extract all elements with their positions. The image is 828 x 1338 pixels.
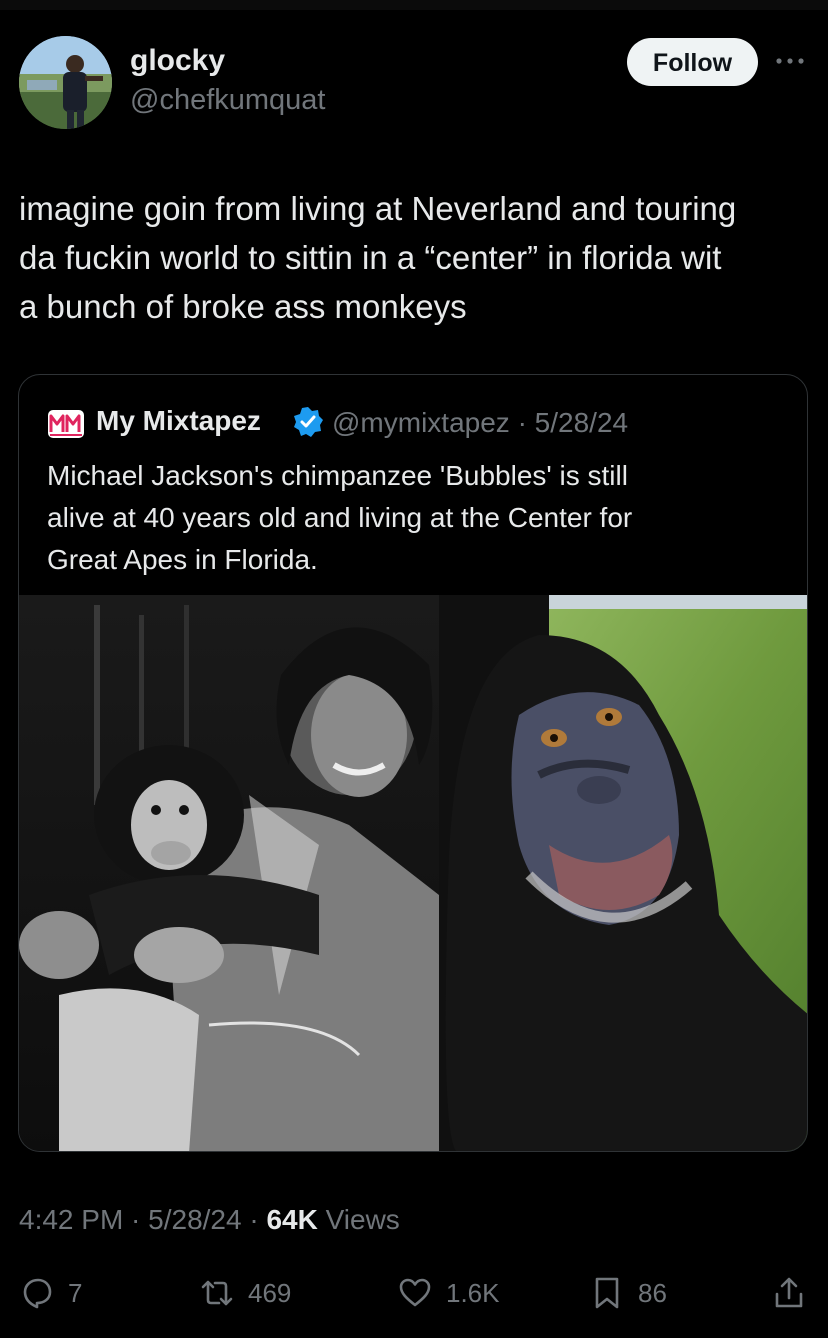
photo-right-color — [439, 595, 807, 1151]
avatar-photo — [19, 36, 112, 129]
repost-count: 469 — [248, 1277, 292, 1308]
bookmark-button[interactable]: 86 — [590, 1275, 667, 1311]
follow-button[interactable]: Follow — [627, 38, 758, 86]
mymixtapez-logo-icon — [48, 410, 84, 438]
author-display-name[interactable]: glocky — [130, 44, 225, 78]
author-handle[interactable]: @chefkumquat — [130, 84, 325, 117]
reply-button[interactable]: 7 — [20, 1275, 82, 1311]
views-count: 64K — [266, 1204, 318, 1235]
bookmark-icon — [595, 1277, 619, 1309]
author-avatar[interactable] — [19, 36, 112, 129]
photo-left-bw — [19, 595, 439, 1151]
timestamp[interactable]: 4:42 PM · 5/28/24 · — [19, 1204, 266, 1235]
repost-icon — [201, 1280, 233, 1306]
reply-icon — [23, 1278, 52, 1309]
quoted-tweet-card[interactable]: My Mixtapez @mymixtapez · 5/28/24 Michae… — [18, 374, 808, 1152]
more-options-icon[interactable] — [775, 53, 805, 69]
tweet-text: imagine goin from living at Neverland an… — [19, 190, 737, 325]
tweet-meta: 4:42 PM · 5/28/24 · 64K Views — [19, 1204, 400, 1236]
like-button[interactable]: 1.6K — [398, 1275, 500, 1311]
heart-icon — [399, 1278, 431, 1307]
bookmark-count: 86 — [638, 1277, 667, 1308]
media-photos — [19, 595, 807, 1151]
quoted-author-name: My Mixtapez — [96, 405, 261, 436]
verified-badge-icon — [294, 407, 323, 437]
quoted-tweet-text: Michael Jackson's chimpanzee 'Bubbles' i… — [47, 460, 633, 575]
quoted-media[interactable] — [19, 595, 807, 1151]
like-count: 1.6K — [446, 1277, 500, 1308]
views-label: Views — [317, 1204, 400, 1235]
share-icon — [775, 1277, 803, 1308]
repost-button[interactable]: 469 — [200, 1275, 291, 1311]
top-edge — [0, 0, 828, 10]
share-button[interactable] — [772, 1275, 806, 1311]
reply-count: 7 — [68, 1277, 83, 1308]
quoted-handle-date: @mymixtapez · 5/28/24 — [332, 407, 629, 438]
